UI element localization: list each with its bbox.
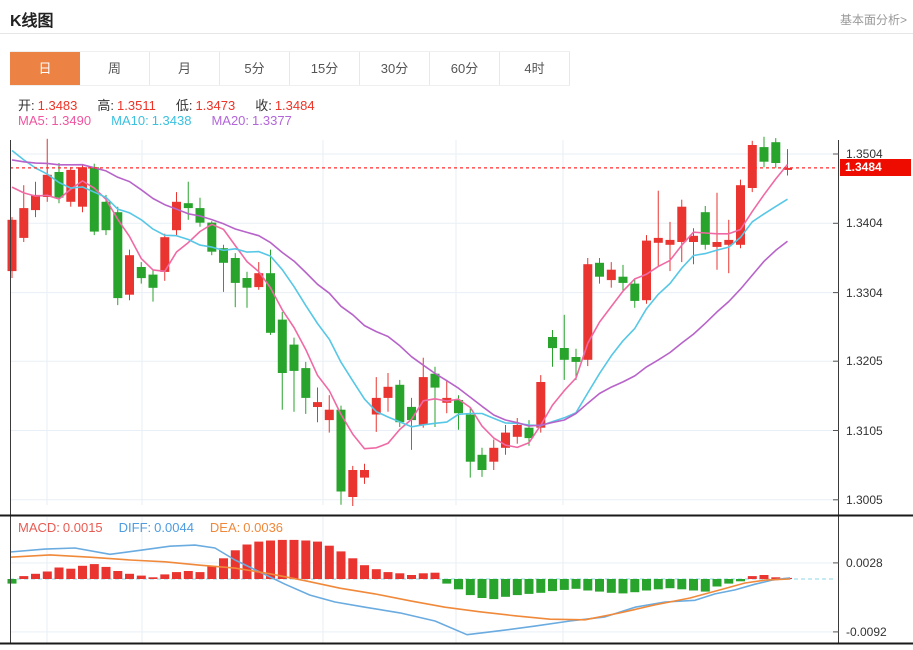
- ma10-value: MA10: 1.3438: [111, 113, 192, 128]
- period-tab-bar: 日周月 5分 15分 30分 60分 4时: [10, 51, 570, 86]
- price-axis-label-0: 1.3504: [846, 147, 883, 161]
- ma-legend: MA5: 1.3490 MA10: 1.3438 MA20: 1.3377: [18, 113, 292, 128]
- tab-month[interactable]: 月: [150, 52, 220, 85]
- tab-15min[interactable]: 15分: [290, 52, 360, 85]
- price-axis-label-5: 1.3005: [846, 492, 883, 507]
- header-divider: [0, 33, 913, 34]
- diff-value: DIFF: 0.0044: [118, 520, 194, 535]
- page-title: K线图: [10, 13, 54, 30]
- tab-day[interactable]: 日: [10, 52, 80, 85]
- macd-axis-label-0: 0.0028: [846, 555, 883, 570]
- price-axis-label-3: 1.3205: [846, 354, 883, 369]
- current-price-tag: 1.3484: [840, 159, 911, 177]
- price-axis-label-1: 1.3404: [846, 216, 883, 231]
- tab-30min[interactable]: 30分: [360, 52, 430, 85]
- macd-legend: MACD: 0.0015 DIFF: 0.0044 DEA: 0.0036: [18, 520, 283, 535]
- tab-4hour[interactable]: 4时: [500, 52, 570, 85]
- tab-5min[interactable]: 5分: [220, 52, 290, 85]
- fundamental-analysis-link[interactable]: 基本面分析>: [840, 11, 907, 28]
- high-value: 高: 1.3511: [97, 98, 156, 113]
- dea-value: DEA: 0.0036: [209, 520, 284, 535]
- open-value: 开: 1.3483: [18, 98, 78, 113]
- close-value: 收: 1.3484: [255, 98, 315, 113]
- ohlc-legend: 开: 1.3483 高: 1.3511 低: 1.3473 收: 1.3484: [18, 95, 315, 114]
- macd-axis-label-1: -0.0092: [846, 624, 887, 639]
- price-axis-label-2: 1.3304: [846, 285, 883, 300]
- low-value: 低: 1.3473: [175, 98, 236, 113]
- macd-value: MACD: 0.0015: [18, 520, 103, 535]
- tab-60min[interactable]: 60分: [430, 52, 500, 85]
- ma5-value: MA5: 1.3490: [18, 113, 92, 128]
- tab-week[interactable]: 周: [80, 52, 150, 85]
- price-axis-label-4: 1.3105: [846, 423, 883, 438]
- ma20-value: MA20: 1.3377: [211, 113, 292, 128]
